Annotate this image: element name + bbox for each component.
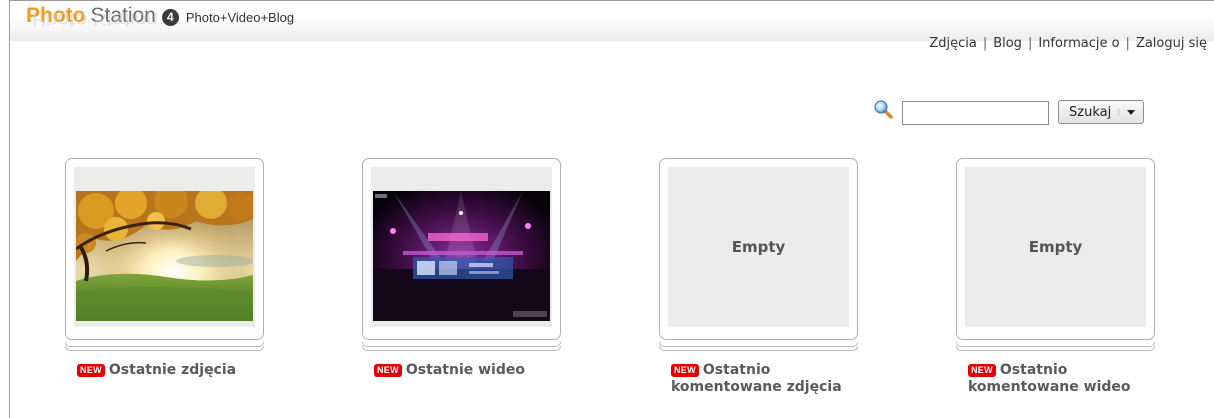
album-recent-videos[interactable]: NEW Ostatnie wideo [362, 158, 561, 378]
album-inner [371, 167, 552, 327]
nav-separator: | [1027, 36, 1033, 51]
album-stack-edge [65, 342, 264, 347]
header-bar: Photo Station 4 Photo+Video+Blog Photo S… [10, 1, 1214, 41]
album-inner [74, 167, 255, 327]
album-thumbnail-frame[interactable] [362, 158, 561, 351]
top-nav: Zdjęcia | Blog | Informacje o | Zaloguj się [929, 36, 1207, 51]
logo-reflection: Photo Station [32, 12, 159, 26]
album-stack-edge [956, 342, 1155, 347]
new-badge: NEW [968, 364, 996, 377]
nav-link-blog[interactable]: Blog [993, 36, 1022, 51]
empty-placeholder: Empty [731, 238, 786, 256]
logo-version-badge: 4 [161, 9, 179, 26]
album-card: Empty [659, 158, 858, 340]
album-thumbnail-frame[interactable] [65, 158, 264, 351]
empty-placeholder: Empty [1028, 238, 1083, 256]
album-card: Empty [956, 158, 1155, 340]
album-title[interactable]: Ostatnie zdjęcia [109, 362, 236, 378]
album-title[interactable]: Ostatnie wideo [406, 362, 525, 378]
album-label[interactable]: NEW Ostatnie wideo [374, 362, 564, 379]
nav-link-photos[interactable]: Zdjęcia [929, 36, 977, 51]
album-stack-edge [659, 342, 858, 347]
new-badge: NEW [671, 364, 699, 377]
logo-tagline: Photo+Video+Blog [185, 10, 295, 25]
search-button[interactable]: Szukaj ⁝ [1058, 100, 1144, 124]
autumn-tree-photo[interactable] [76, 191, 253, 321]
album-card [362, 158, 561, 340]
new-badge: NEW [374, 364, 402, 377]
album-thumbnail-frame[interactable]: Empty [956, 158, 1155, 351]
nav-separator: | [982, 36, 988, 51]
album-recently-commented-photos[interactable]: Empty NEW Ostatnio komentowane zdjęcia [659, 158, 858, 395]
album-card [65, 158, 264, 340]
new-badge: NEW [77, 364, 105, 377]
search-icon[interactable] [873, 99, 893, 119]
search-button-divider: ⁝ [1117, 105, 1121, 119]
search-input[interactable] [902, 101, 1049, 125]
album-thumbnail-frame[interactable]: Empty [659, 158, 858, 351]
nav-link-login[interactable]: Zaloguj się [1136, 36, 1207, 51]
concert-stage-video[interactable] [373, 191, 550, 321]
album-inner: Empty [668, 167, 849, 327]
album-label[interactable]: NEW Ostatnie zdjęcia [77, 362, 267, 379]
album-recently-commented-videos[interactable]: Empty NEW Ostatnio komentowane wideo [956, 158, 1155, 395]
album-stack-edge [362, 342, 561, 347]
dropdown-arrow-icon[interactable] [1126, 109, 1135, 115]
album-label[interactable]: NEW Ostatnio komentowane wideo [968, 362, 1158, 396]
album-inner: Empty [965, 167, 1146, 327]
nav-separator: | [1125, 36, 1130, 51]
album-label[interactable]: NEW Ostatnio komentowane zdjęcia [671, 362, 861, 396]
search-button-label: Szukaj [1069, 104, 1112, 120]
nav-link-about[interactable]: Informacje o [1038, 36, 1119, 51]
album-recent-photos[interactable]: NEW Ostatnie zdjęcia [65, 158, 264, 378]
